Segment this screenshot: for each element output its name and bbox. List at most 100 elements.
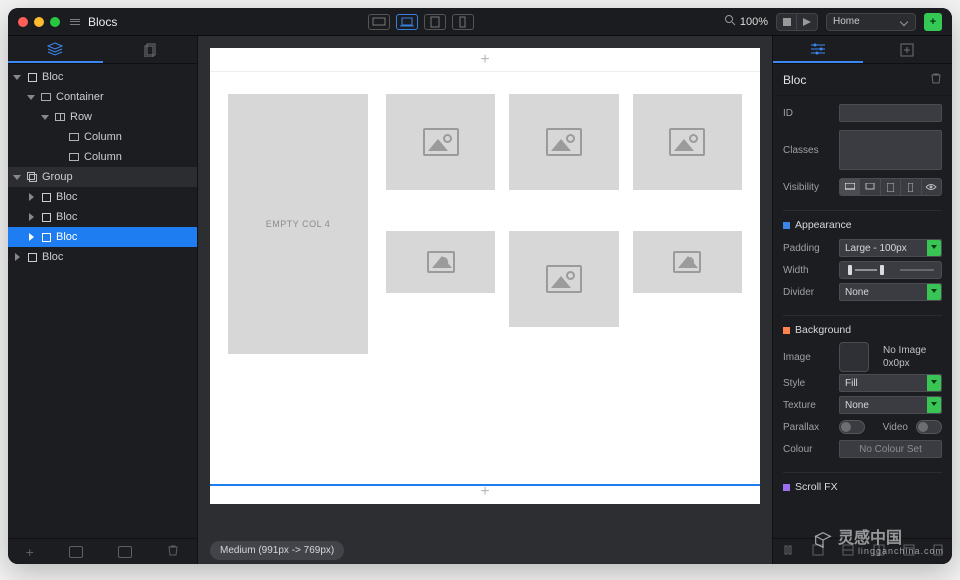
bg-image-well[interactable] xyxy=(839,342,869,372)
video-toggle[interactable] xyxy=(916,420,942,434)
canvas-scroll[interactable]: + EMPTY COL 4 + xyxy=(198,36,772,564)
close-window[interactable] xyxy=(18,17,28,27)
page-select[interactable]: Home xyxy=(826,13,916,31)
visibility-laptop[interactable] xyxy=(860,179,880,195)
tree-node-bloc[interactable]: Bloc xyxy=(8,207,197,227)
minimize-window[interactable] xyxy=(34,17,44,27)
section-marker-icon xyxy=(783,327,790,334)
footer-tool-3-icon[interactable] xyxy=(842,544,854,559)
layout-mode-2-icon[interactable] xyxy=(118,546,132,558)
bg-style-select[interactable]: Fill xyxy=(839,374,942,392)
disclosure-arrow-icon[interactable] xyxy=(26,233,36,241)
play-button[interactable] xyxy=(797,14,817,30)
tree-node-bloc[interactable]: Bloc xyxy=(8,247,197,267)
visibility-eye-icon[interactable] xyxy=(922,179,941,195)
empty-column[interactable]: EMPTY COL 4 xyxy=(228,94,368,354)
visibility-desktop[interactable] xyxy=(840,179,860,195)
parallax-label: Parallax xyxy=(783,422,831,433)
device-tablet-icon[interactable] xyxy=(424,14,446,30)
device-desktop-icon[interactable] xyxy=(368,14,390,30)
footer-tool-2-icon[interactable] xyxy=(812,544,824,559)
delete-bloc-button[interactable] xyxy=(930,72,942,87)
footer-tool-5-icon[interactable] xyxy=(903,544,915,559)
titlebar: Blocs 100% Home + xyxy=(8,8,952,36)
tab-add[interactable] xyxy=(863,36,953,63)
image-placeholder[interactable] xyxy=(386,94,495,190)
preview-controls xyxy=(776,13,818,31)
canvas[interactable]: + EMPTY COL 4 + xyxy=(210,48,760,504)
add-page-button[interactable]: + xyxy=(924,13,942,31)
bg-texture-row: Texture None xyxy=(783,394,942,416)
tree-node-container[interactable]: Container xyxy=(8,87,197,107)
tab-pages[interactable] xyxy=(103,36,198,63)
divider-select[interactable]: None xyxy=(839,283,942,301)
add-bloc-top[interactable]: + xyxy=(210,48,760,72)
classes-input[interactable] xyxy=(839,130,942,170)
padding-row: Padding Large - 100px xyxy=(783,237,942,259)
menu-icon[interactable] xyxy=(70,19,80,25)
tree-node-bloc[interactable]: Bloc xyxy=(8,227,197,247)
tab-properties[interactable] xyxy=(773,36,863,63)
bg-colour-row: Colour No Colour Set xyxy=(783,438,942,460)
right-tabs xyxy=(773,36,952,64)
row-icon xyxy=(54,112,66,122)
right-panel: Bloc ID Classes Visibility xyxy=(772,36,952,564)
group-icon xyxy=(26,172,38,182)
divider-row: Divider None xyxy=(783,281,942,303)
device-phone-icon[interactable] xyxy=(452,14,474,30)
tree-node-column[interactable]: Column xyxy=(8,127,197,147)
visibility-phone[interactable] xyxy=(901,179,921,195)
disclosure-arrow-icon[interactable] xyxy=(26,193,36,201)
device-laptop-icon[interactable] xyxy=(396,14,418,30)
selection-indicator xyxy=(210,484,760,486)
bg-colour-well[interactable]: No Colour Set xyxy=(839,440,942,458)
disclosure-arrow-icon[interactable] xyxy=(12,75,22,80)
footer-tool-6-icon[interactable] xyxy=(933,544,943,559)
zoom-value: 100% xyxy=(740,16,768,28)
tree-node-label: Bloc xyxy=(42,251,191,263)
padding-select[interactable]: Large - 100px xyxy=(839,239,942,257)
tab-layers[interactable] xyxy=(8,36,103,63)
image-placeholder[interactable] xyxy=(633,231,742,293)
canvas-area: + EMPTY COL 4 + xyxy=(198,36,772,564)
zoom-control[interactable]: 100% xyxy=(724,14,768,29)
tree-node-bloc[interactable]: Bloc xyxy=(8,187,197,207)
image-icon xyxy=(546,128,582,156)
disclosure-arrow-icon[interactable] xyxy=(12,175,22,180)
disclosure-arrow-icon[interactable] xyxy=(26,213,36,221)
visibility-segmented xyxy=(839,178,942,196)
delete-button[interactable] xyxy=(167,544,179,559)
visibility-tablet[interactable] xyxy=(881,179,901,195)
footer-tool-1-icon[interactable] xyxy=(782,544,794,559)
layout-mode-1-icon[interactable] xyxy=(69,546,83,558)
divider-label: Divider xyxy=(783,287,831,298)
width-slider[interactable] xyxy=(839,261,942,279)
image-placeholder[interactable] xyxy=(509,94,618,190)
bg-colour-label: Colour xyxy=(783,444,831,455)
app-title-wrap: Blocs xyxy=(70,15,117,29)
parallax-toggle[interactable] xyxy=(839,420,865,434)
page-select-value: Home xyxy=(833,16,860,27)
disclosure-arrow-icon[interactable] xyxy=(40,115,50,120)
scrollfx-title: Scroll FX xyxy=(783,481,942,493)
layers-icon xyxy=(47,42,63,56)
image-placeholder[interactable] xyxy=(509,231,618,327)
add-layer-button[interactable]: + xyxy=(26,544,34,560)
stop-button[interactable] xyxy=(777,14,797,30)
bg-texture-select[interactable]: None xyxy=(839,396,942,414)
tree-node-group[interactable]: Group xyxy=(8,167,197,187)
bloc-icon xyxy=(40,192,52,202)
disclosure-arrow-icon[interactable] xyxy=(12,253,22,261)
chevron-down-icon xyxy=(931,402,937,406)
footer-tool-4-icon[interactable] xyxy=(873,544,885,559)
tree-node-column[interactable]: Column xyxy=(8,147,197,167)
disclosure-arrow-icon[interactable] xyxy=(26,95,36,100)
tree-node-bloc[interactable]: Bloc xyxy=(8,67,197,87)
id-input[interactable] xyxy=(839,104,942,122)
image-placeholder[interactable] xyxy=(386,231,495,293)
zoom-window[interactable] xyxy=(50,17,60,27)
inspector-body: ID Classes Visibility xyxy=(773,96,952,538)
tree-node-row[interactable]: Row xyxy=(8,107,197,127)
image-placeholder[interactable] xyxy=(633,94,742,190)
breakpoint-status: Medium (991px -> 769px) xyxy=(210,541,344,560)
